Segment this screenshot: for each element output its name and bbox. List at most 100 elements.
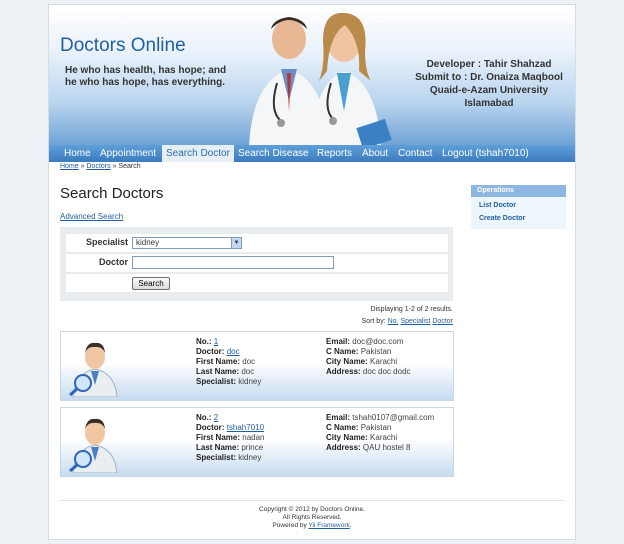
nav-home[interactable]: Home: [64, 145, 91, 162]
specialist-label: Specialist:: [196, 377, 237, 386]
specialist-label: Specialist: [85, 237, 128, 247]
no-label: No.:: [196, 337, 212, 346]
site-header: Doctors Online He who has health, has ho…: [49, 5, 575, 145]
doctor-avatar-icon: [69, 342, 118, 397]
footer-rights: All Rights Reserved.: [282, 514, 342, 521]
footer-divider: [60, 500, 564, 501]
last-name-value: doc: [241, 367, 255, 376]
result-doctor-link[interactable]: tshah7010: [227, 423, 264, 432]
page-container: Doctors Online He who has health, has ho…: [48, 4, 576, 540]
address-label: Address:: [326, 443, 361, 452]
sidebar-item-list-doctor[interactable]: List Doctor: [471, 199, 566, 212]
breadcrumb: Home » Doctors » Search: [60, 163, 141, 170]
doctor-label: Doctor:: [196, 347, 225, 356]
result-left-column: No.: 2 Doctor: tshah7010 First Name: nad…: [196, 413, 265, 463]
result-no-link[interactable]: 2: [214, 413, 218, 422]
first-name-label: First Name:: [196, 433, 241, 442]
nav-contact[interactable]: Contact: [398, 145, 432, 162]
result-doctor-link[interactable]: doc: [227, 347, 240, 356]
specialist-label: Specialist:: [196, 453, 237, 462]
site-title: Doctors Online: [60, 35, 186, 56]
button-row: Search: [66, 274, 448, 292]
sort-bar: Sort by: No. Specialist Doctor: [349, 318, 453, 325]
operations-sidebar: Operations List Doctor Create Doctor: [471, 185, 566, 229]
city-label: City Name:: [326, 357, 368, 366]
last-name-label: Last Name:: [196, 443, 240, 452]
doctor-label: Doctor:: [196, 423, 225, 432]
doctors-illustration: [249, 12, 392, 145]
doctor-row: Doctor: [66, 254, 448, 272]
email-label: Email:: [326, 413, 351, 422]
result-left-column: No.: 1 Doctor: doc First Name: doc Last …: [196, 337, 261, 387]
main-nav: Home Appointment Search Doctor Search Di…: [49, 145, 575, 162]
email-value: doc@doc.com: [352, 337, 404, 346]
result-card: No.: 2 Doctor: tshah7010 First Name: nad…: [60, 407, 454, 477]
doctor-label: Doctor: [99, 257, 128, 267]
city-value: Karachi: [370, 433, 398, 442]
result-card: No.: 1 Doctor: doc First Name: doc Last …: [60, 331, 454, 401]
sort-label: Sort by:: [361, 318, 386, 325]
search-button[interactable]: Search: [132, 277, 170, 290]
nav-about[interactable]: About: [362, 145, 388, 162]
search-form: Specialist kidney ▼ Doctor Search: [60, 227, 453, 301]
country-label: C Name:: [326, 347, 359, 356]
country-value: Pakistan: [360, 423, 392, 432]
specialist-row: Specialist kidney ▼: [66, 234, 448, 252]
specialist-selected-value: kidney: [136, 238, 160, 247]
address-value: QAU hostel 8: [362, 443, 411, 452]
motto-line-2: he who has hope, has everything.: [65, 77, 226, 88]
footer-powered-suffix: .: [349, 522, 352, 529]
results-summary: Displaying 1-2 of 2 results.: [370, 306, 453, 313]
nav-logout[interactable]: Logout (tshah7010): [442, 145, 529, 162]
result-no-link[interactable]: 1: [214, 337, 218, 346]
chevron-down-icon[interactable]: ▼: [231, 238, 241, 248]
developer-name: Developer : Tahir Shahzad: [426, 59, 552, 70]
first-name-label: First Name:: [196, 357, 241, 366]
specialist-value: kidney: [238, 377, 262, 386]
breadcrumb-current: Search: [118, 163, 141, 170]
developer-info: Developer : Tahir Shahzad Submit to : Dr…: [409, 58, 569, 110]
specialist-value: kidney: [238, 453, 262, 462]
sort-by-no[interactable]: No.: [388, 318, 399, 325]
submitted-to: Submit to : Dr. Onaiza Maqbool: [415, 72, 563, 83]
sort-by-specialist[interactable]: Specialist: [400, 318, 430, 325]
sidebar-title: Operations: [471, 185, 566, 197]
nav-search-doctor[interactable]: Search Doctor: [162, 145, 234, 162]
email-label: Email:: [326, 337, 351, 346]
email-value: tshah0107@gmail.com: [352, 413, 435, 422]
nav-reports[interactable]: Reports: [317, 145, 352, 162]
sidebar-item-create-doctor[interactable]: Create Doctor: [471, 212, 566, 225]
city: Islamabad: [464, 98, 514, 109]
address-label: Address:: [326, 367, 361, 376]
nav-appointment[interactable]: Appointment: [100, 145, 156, 162]
footer-copyright: Copyright © 2012 by Doctors Online.: [259, 506, 365, 513]
doctor-avatar-icon: [69, 418, 118, 473]
first-name-value: nadan: [242, 433, 265, 442]
page-title: Search Doctors: [60, 185, 164, 202]
city-label: City Name:: [326, 433, 368, 442]
country-value: Pakistan: [360, 347, 392, 356]
first-name-value: doc: [242, 357, 256, 366]
yii-framework-link[interactable]: Yii Framework: [308, 522, 349, 529]
result-right-column: Email: doc@doc.com C Name: Pakistan City…: [326, 337, 411, 377]
no-label: No.:: [196, 413, 212, 422]
motto: He who has health, has hope; and he who …: [65, 65, 240, 89]
last-name-label: Last Name:: [196, 367, 240, 376]
university: Quaid-e-Azam University: [429, 85, 549, 96]
breadcrumb-separator: »: [112, 163, 117, 170]
breadcrumb-home[interactable]: Home: [60, 163, 79, 170]
doctor-input[interactable]: [132, 256, 334, 269]
motto-line-1: He who has health, has hope; and: [65, 65, 227, 76]
breadcrumb-doctors[interactable]: Doctors: [87, 163, 111, 170]
nav-search-disease[interactable]: Search Disease: [238, 145, 309, 162]
last-name-value: prince: [241, 443, 264, 452]
advanced-search-link[interactable]: Advanced Search: [60, 212, 123, 221]
city-value: Karachi: [370, 357, 398, 366]
specialist-select[interactable]: kidney ▼: [132, 237, 242, 249]
address-value: doc doc dodc: [362, 367, 411, 376]
footer-powered: Powered by Yii Framework.: [49, 522, 575, 530]
sort-by-doctor[interactable]: Doctor: [432, 318, 453, 325]
breadcrumb-separator: »: [80, 163, 85, 170]
result-right-column: Email: tshah0107@gmail.com C Name: Pakis…: [326, 413, 434, 453]
country-label: C Name:: [326, 423, 359, 432]
